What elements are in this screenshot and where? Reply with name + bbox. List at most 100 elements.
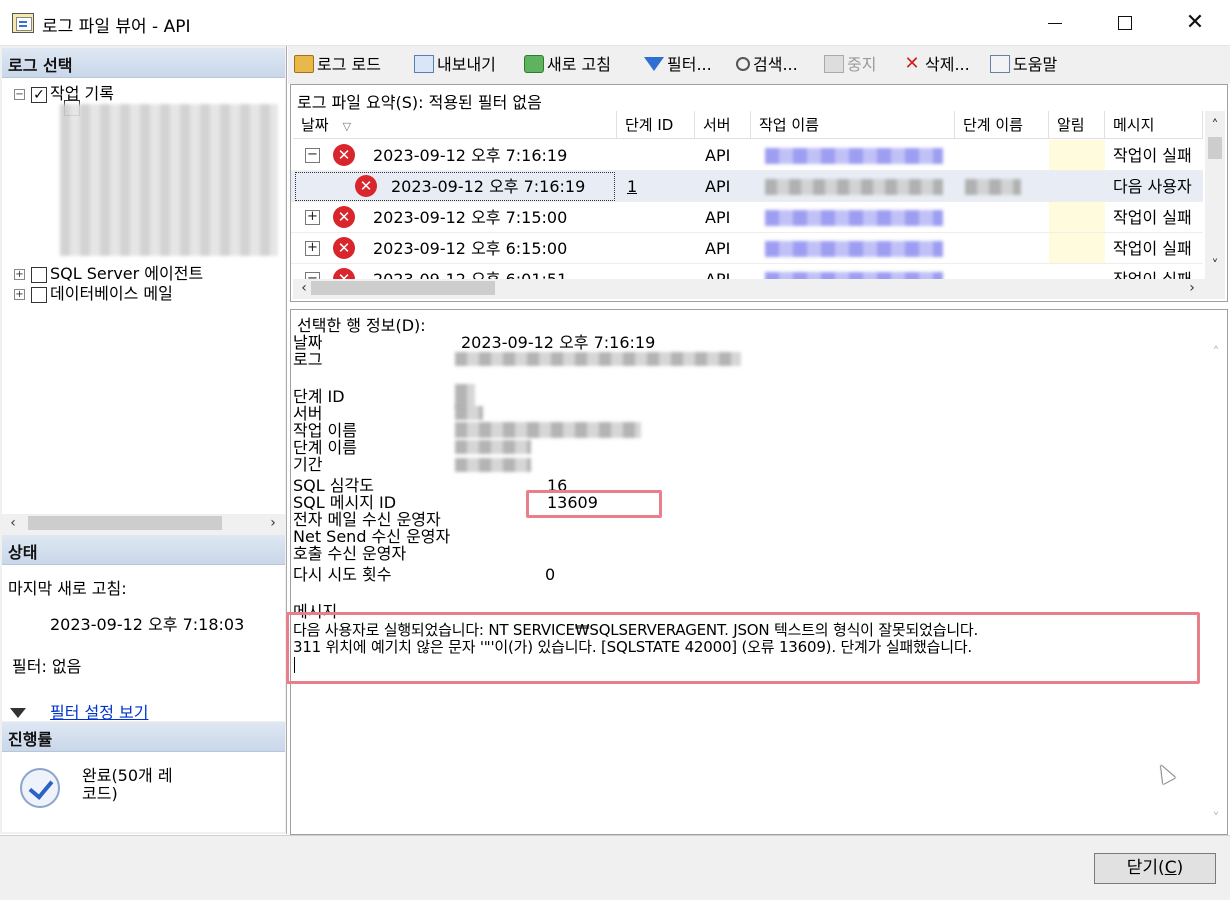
tree-item-job-history[interactable]: − ✓ 작업 기록 xyxy=(14,80,114,103)
tree-item-database-mail[interactable]: + 데이터베이스 메일 xyxy=(14,280,173,303)
stop-label: 중지 xyxy=(847,55,877,74)
column-label: 단계 이름 xyxy=(963,116,1023,134)
cell-date: 2023-09-12 오후 6:15:00 xyxy=(373,239,568,258)
column-header-step-name[interactable]: 단계 이름 xyxy=(955,111,1049,139)
page-operator-label: 호출 수신 운영자 xyxy=(293,544,407,563)
table-row-selected[interactable]: ✕ 2023-09-12 오후 7:16:19 1 API 다음 사용자 xyxy=(291,171,1203,202)
search-icon xyxy=(736,56,750,71)
redacted-server xyxy=(455,406,483,420)
export-label: 내보내기 xyxy=(437,55,496,74)
close-button-prefix: 닫기( xyxy=(1126,858,1165,878)
column-label: 단계 ID xyxy=(625,116,674,134)
scroll-down-icon[interactable]: ˅ xyxy=(1205,810,1227,828)
netsend-operator-label: Net Send 수신 운영자 xyxy=(293,527,451,546)
column-header-date[interactable]: 날짜 ▽ xyxy=(293,111,617,139)
checkbox-checked-icon[interactable]: ✓ xyxy=(31,86,47,103)
column-header-job-name[interactable]: 작업 이름 xyxy=(751,111,955,139)
tree-horizontal-scrollbar[interactable]: ‹ › xyxy=(2,514,285,532)
column-label: 작업 이름 xyxy=(759,116,819,134)
log-rows: − ✕ 2023-09-12 오후 7:16:19 API 작업이 실패 ✕ 2… xyxy=(291,140,1203,280)
scroll-up-icon[interactable]: ˄ xyxy=(1205,117,1225,135)
column-header-alert[interactable]: 알림 xyxy=(1049,111,1105,139)
delete-button[interactable]: ✕ 삭제... xyxy=(902,52,970,78)
detail-vertical-scrollbar[interactable]: ˄ ˅ xyxy=(1205,338,1227,834)
redacted-job-list xyxy=(60,104,278,256)
filter-status: 필터: 없음 xyxy=(12,657,82,676)
cell-server: API xyxy=(705,177,731,196)
collapse-row-icon[interactable]: − xyxy=(305,148,320,163)
cell-alert xyxy=(1049,202,1105,232)
checkbox-icon[interactable] xyxy=(31,286,47,303)
selected-row-detail-group: 선택한 행 정보(D): 날짜 2023-09-12 오후 7:16:19 로그… xyxy=(290,309,1228,835)
column-header-server[interactable]: 서버 xyxy=(695,111,751,139)
column-header-message[interactable]: 메시지 xyxy=(1105,111,1203,139)
cell-date: 2023-09-12 오후 7:15:00 xyxy=(373,208,568,227)
filter-button[interactable]: 필터... xyxy=(644,52,712,78)
table-row[interactable]: − ✕ 2023-09-12 오후 6:01:51 API 작업이 실패 xyxy=(291,264,1203,280)
step-id-label: 단계 ID xyxy=(293,387,345,406)
date-value: 2023-09-12 오후 7:16:19 xyxy=(461,333,656,352)
minimize-icon xyxy=(1048,22,1062,24)
search-button[interactable]: 검색... xyxy=(736,52,798,78)
collapse-icon[interactable]: − xyxy=(14,89,25,100)
redacted-job-name xyxy=(765,210,943,226)
tree-item-label: 데이터베이스 메일 xyxy=(50,284,173,303)
close-window-button[interactable]: ✕ xyxy=(1160,0,1230,46)
scroll-right-icon[interactable]: › xyxy=(264,514,282,532)
scrollbar-thumb[interactable] xyxy=(28,516,222,530)
expand-icon[interactable]: + xyxy=(14,269,25,280)
table-row[interactable]: + ✕ 2023-09-12 오후 6:15:00 API 작업이 실패 xyxy=(291,233,1203,264)
view-filter-settings-link[interactable]: 필터 설정 보기 xyxy=(50,699,149,723)
refresh-label: 새로 고침 xyxy=(547,55,611,74)
help-book-icon xyxy=(990,54,1010,73)
progress-text-line2: 코드) xyxy=(82,784,118,803)
folder-open-icon xyxy=(294,54,314,73)
maximize-button[interactable] xyxy=(1090,0,1160,46)
email-operator-label: 전자 메일 수신 운영자 xyxy=(293,510,441,529)
column-header-step-id[interactable]: 단계 ID xyxy=(617,111,695,139)
cell-server: API xyxy=(705,146,731,165)
refresh-button[interactable]: 새로 고침 xyxy=(524,52,611,78)
last-refresh-value: 2023-09-12 오후 7:18:03 xyxy=(50,615,245,634)
expand-row-icon[interactable]: + xyxy=(305,241,320,256)
cell-date: 2023-09-12 오후 7:16:19 xyxy=(391,177,586,196)
search-label: 검색... xyxy=(753,55,798,74)
expand-row-icon[interactable]: + xyxy=(305,210,320,225)
scroll-left-icon[interactable]: ‹ xyxy=(4,514,22,532)
help-button[interactable]: 도움말 xyxy=(990,52,1057,78)
table-row[interactable]: + ✕ 2023-09-12 오후 7:15:00 API 작업이 실패 xyxy=(291,202,1203,233)
tree-item-sql-agent[interactable]: + SQL Server 에이전트 xyxy=(14,260,203,283)
scroll-up-icon[interactable]: ˄ xyxy=(1205,344,1227,362)
last-refresh-label: 마지막 새로 고침: xyxy=(8,579,127,598)
column-label: 날짜 xyxy=(301,116,329,134)
scrollbar-thumb[interactable] xyxy=(1208,137,1222,159)
refresh-icon xyxy=(524,54,544,73)
window-title: 로그 파일 뷰어 - API xyxy=(42,17,191,37)
load-log-button[interactable]: 로그 로드 xyxy=(294,52,381,78)
column-label: 알림 xyxy=(1057,116,1085,134)
scroll-down-icon[interactable]: ˅ xyxy=(1205,257,1225,275)
retries-value: 0 xyxy=(545,565,556,584)
close-button[interactable]: 닫기(C) xyxy=(1094,853,1216,884)
log-label: 로그 xyxy=(293,350,323,369)
table-row[interactable]: − ✕ 2023-09-12 오후 7:16:19 API 작업이 실패 xyxy=(291,140,1203,171)
sort-descending-icon: ▽ xyxy=(342,120,352,133)
minimize-button[interactable] xyxy=(1020,0,1090,46)
help-label: 도움말 xyxy=(1013,55,1058,74)
cell-message: 작업이 실패 xyxy=(1113,239,1192,258)
scrollbar-thumb[interactable] xyxy=(311,281,495,295)
expand-icon[interactable]: + xyxy=(14,289,25,300)
scroll-right-icon[interactable]: › xyxy=(1183,279,1201,297)
error-message-highlight xyxy=(286,612,1200,684)
redacted-log-value xyxy=(455,352,741,366)
grid-horizontal-scrollbar[interactable]: ‹ › xyxy=(293,279,1225,299)
sql-severity-label: SQL 심각도 xyxy=(293,476,374,495)
log-summary-title: 로그 파일 요약(S): 적용된 필터 없음 xyxy=(297,93,542,112)
delete-x-icon: ✕ xyxy=(904,52,920,74)
export-button[interactable]: 내보내기 xyxy=(414,52,496,78)
stop-button[interactable]: 중지 xyxy=(824,52,876,78)
progress-area: 완료(50개 레 코드) xyxy=(2,752,285,832)
redacted-job-name xyxy=(765,241,943,257)
delete-label: 삭제... xyxy=(925,55,970,74)
grid-vertical-scrollbar[interactable]: ˄ ˅ xyxy=(1205,111,1225,279)
